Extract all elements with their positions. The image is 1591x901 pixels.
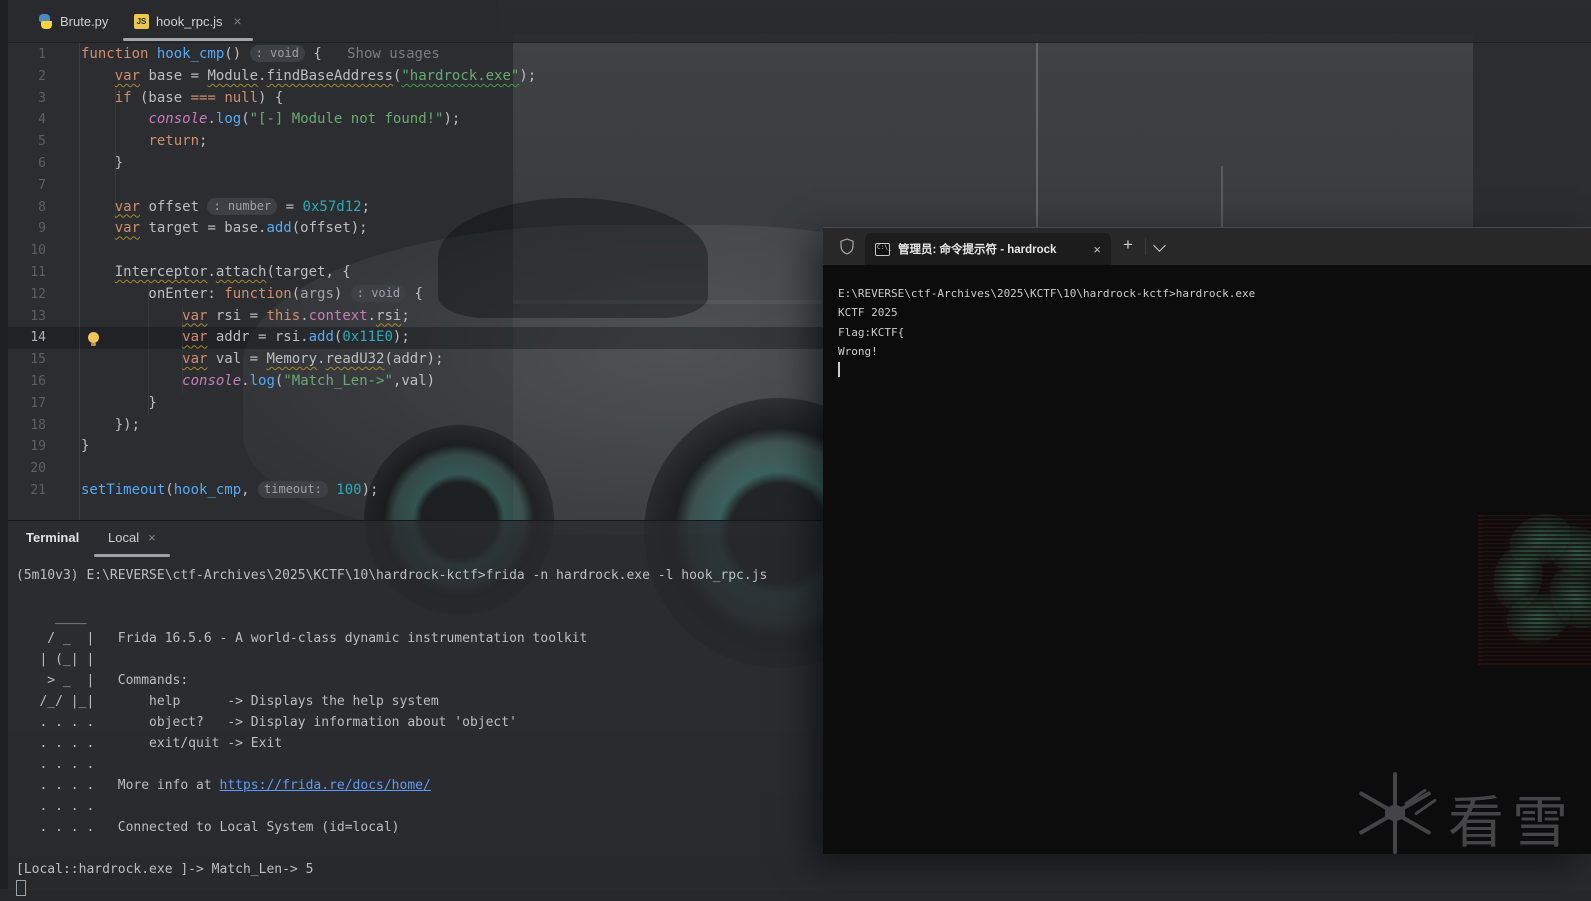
- cmd-text-cursor: [838, 362, 840, 377]
- tab-hook-rpc-js[interactable]: JS hook_rpc.js ×: [134, 0, 242, 42]
- cmd-output[interactable]: E:\REVERSE\ctf-Archives\2025\KCTF\10\har…: [838, 284, 1255, 362]
- tab-label: Brute.py: [60, 13, 109, 29]
- active-terminal-tab-underline: [94, 554, 170, 557]
- admin-shield-icon: [840, 238, 854, 255]
- new-tab-icon[interactable]: +: [1123, 235, 1133, 255]
- editor-tab-bar: Brute.py JS hook_rpc.js ×: [8, 0, 1591, 43]
- cmd-tab[interactable]: C:\_ 管理员: 命令提示符 - hardrock ×: [865, 233, 1111, 265]
- cmd-tab-title: 管理员: 命令提示符 - hardrock: [898, 244, 1057, 256]
- cmd-prompt-icon: C:\_: [875, 242, 891, 256]
- gutter-separator: [79, 42, 80, 520]
- python-icon: [38, 13, 53, 29]
- tab-dropdown-chevron-icon[interactable]: [1153, 239, 1166, 252]
- active-tab-underline: [123, 38, 253, 41]
- close-cmd-tab-icon[interactable]: ×: [1093, 242, 1101, 257]
- terminal-output[interactable]: (5m10v3) E:\REVERSE\ctf-Archives\2025\KC…: [16, 565, 767, 901]
- screenshot-stage: Brute.py JS hook_rpc.js × 1 2 3 4 5 6 7 8 9 10 11 1…: [0, 0, 1591, 896]
- terminal-panel-title: Terminal: [26, 530, 80, 545]
- close-tab-icon[interactable]: ×: [233, 13, 241, 29]
- close-terminal-tab-icon[interactable]: ×: [148, 530, 156, 545]
- cmd-title-bar[interactable]: C:\_ 管理员: 命令提示符 - hardrock × +: [823, 228, 1591, 265]
- code-content[interactable]: function hook_cmp() : void { Show usages…: [81, 44, 536, 502]
- titlebar-divider: [1145, 238, 1146, 255]
- cmd-window[interactable]: C:\_ 管理员: 命令提示符 - hardrock × + E:\REVERS…: [823, 227, 1591, 854]
- javascript-icon: JS: [134, 13, 149, 29]
- tab-label: hook_rpc.js: [156, 13, 223, 29]
- tab-brute-py[interactable]: Brute.py: [38, 0, 108, 42]
- terminal-tab-local[interactable]: Local ×: [108, 530, 156, 545]
- line-number-gutter[interactable]: 1 2 3 4 5 6 7 8 9 10 11 12 13 14 15 16 17 18 19 20 21: [8, 44, 46, 502]
